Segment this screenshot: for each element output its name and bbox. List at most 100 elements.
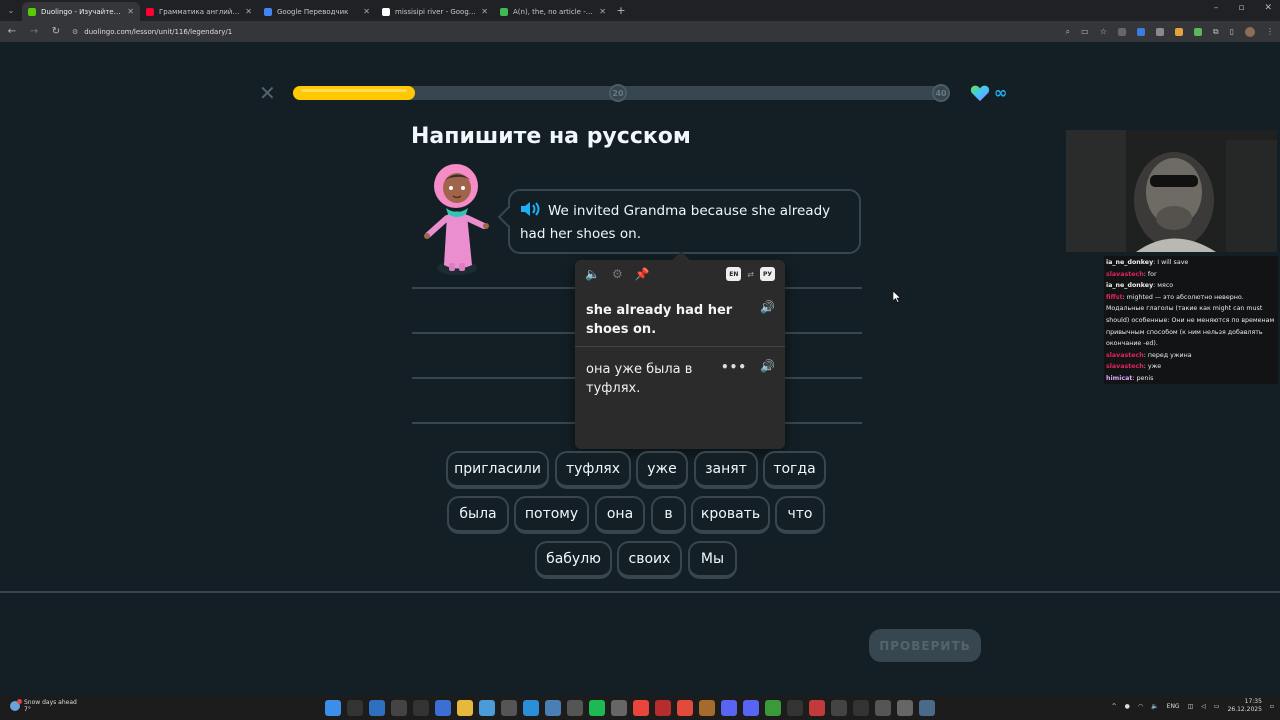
speaker-icon[interactable] — [520, 201, 542, 217]
windows-start-icon[interactable] — [325, 700, 341, 716]
word-tile[interactable]: пригласили — [446, 451, 549, 489]
tab-close-icon[interactable]: ✕ — [363, 7, 370, 16]
sidepanel-icon[interactable]: ▯ — [1230, 27, 1234, 36]
extension-icon[interactable] — [1155, 27, 1164, 36]
pin-icon[interactable]: 📌 — [635, 267, 650, 281]
extension-icon[interactable] — [1136, 27, 1145, 36]
reload-icon[interactable]: ↻ — [50, 26, 62, 37]
settings-icon[interactable] — [919, 700, 935, 716]
app-icon[interactable] — [897, 700, 913, 716]
speaker-icon[interactable]: 🔈 — [585, 267, 600, 281]
extension-icon[interactable] — [1117, 27, 1126, 36]
prompt-text[interactable]: We invited Grandma because she already h… — [520, 203, 830, 242]
extension-icon[interactable] — [1174, 27, 1183, 36]
network-icon[interactable]: ◫ — [1188, 703, 1194, 710]
browser-tab[interactable]: Google Переводчик ✕ — [258, 2, 376, 21]
browser-tab[interactable]: Грамматика английского язы ✕ — [140, 2, 258, 21]
app-icon[interactable] — [413, 700, 429, 716]
back-icon[interactable]: ← — [6, 26, 18, 37]
app-icon[interactable] — [875, 700, 891, 716]
source-lang-badge[interactable]: EN — [726, 267, 742, 281]
speaker-icon[interactable]: 🔊 — [760, 359, 775, 373]
more-options-icon[interactable]: ••• — [721, 360, 747, 374]
notification-icon[interactable]: ▫ — [1270, 703, 1274, 710]
word-tile[interactable]: туфлях — [555, 451, 631, 489]
volume-icon[interactable]: ◁ — [1201, 703, 1206, 710]
tab-close-icon[interactable]: ✕ — [245, 7, 252, 16]
file-explorer-icon[interactable] — [457, 700, 473, 716]
bookmark-star-icon[interactable]: ☆ — [1100, 27, 1107, 36]
app-icon[interactable] — [501, 700, 517, 716]
discord-icon[interactable] — [743, 700, 759, 716]
check-button[interactable]: ПРОВЕРИТЬ — [869, 629, 981, 662]
maximize-icon[interactable]: ▫ — [1238, 3, 1244, 13]
app-icon[interactable] — [699, 700, 715, 716]
word-tile[interactable]: что — [775, 496, 825, 534]
app-icon[interactable] — [435, 700, 451, 716]
app-icon[interactable] — [677, 700, 693, 716]
battery-icon[interactable]: ▭ — [1214, 703, 1220, 710]
tab-close-icon[interactable]: ✕ — [127, 7, 134, 16]
word-tile[interactable]: своих — [617, 541, 682, 579]
minimize-icon[interactable]: – — [1214, 3, 1219, 13]
app-icon[interactable] — [479, 700, 495, 716]
browser-tab[interactable]: Duolingo - Изучайте английск ✕ — [22, 2, 140, 21]
close-lesson-icon[interactable]: ✕ — [259, 83, 276, 103]
weather-widget[interactable]: Snow days ahead 7° — [10, 699, 77, 713]
app-icon[interactable] — [809, 700, 825, 716]
chrome-icon[interactable] — [633, 700, 649, 716]
close-window-icon[interactable]: ✕ — [1264, 3, 1272, 13]
chat-username: fiffst — [1106, 293, 1123, 301]
word-tile[interactable]: занят — [694, 451, 758, 489]
app-icon[interactable] — [721, 700, 737, 716]
word-tile[interactable]: потому — [514, 496, 589, 534]
zoom-icon[interactable]: ⌕ — [1066, 27, 1070, 37]
word-tile[interactable]: в — [651, 496, 686, 534]
extensions-puzzle-icon[interactable]: ⧉ — [1213, 27, 1219, 37]
word-tile[interactable]: тогда — [763, 451, 826, 489]
word-tile[interactable]: кровать — [691, 496, 770, 534]
tab-search-icon[interactable]: ⌄ — [0, 0, 22, 21]
url-field[interactable]: ⚙ duolingo.com/lesson/unit/116/legendary… — [72, 24, 232, 39]
clock[interactable]: 17:35 26.12.2025 — [1228, 698, 1262, 714]
telegram-icon[interactable] — [523, 700, 539, 716]
profile-avatar[interactable] — [1245, 26, 1255, 37]
tab-close-icon[interactable]: ✕ — [599, 7, 606, 16]
cast-icon[interactable]: ▭ — [1081, 27, 1089, 36]
tab-close-icon[interactable]: ✕ — [481, 7, 488, 16]
app-icon[interactable] — [831, 700, 847, 716]
site-info-icon[interactable]: ⚙ — [72, 28, 78, 36]
app-icon[interactable] — [655, 700, 671, 716]
word-tile[interactable]: бабулю — [535, 541, 612, 579]
wifi-icon[interactable]: ◠ — [1138, 703, 1143, 710]
speaker-icon[interactable]: 🔊 — [760, 300, 775, 314]
minecraft-icon[interactable] — [765, 700, 781, 716]
extension-icon[interactable] — [1193, 27, 1202, 36]
terminal-icon[interactable] — [853, 700, 869, 716]
target-lang-badge[interactable]: РУ — [760, 267, 775, 281]
spotify-icon[interactable] — [589, 700, 605, 716]
browser-tab[interactable]: missisipi river - Google Search ✕ — [376, 2, 494, 21]
browser-tab[interactable]: A(n), the, no article - Page 3 of ✕ — [494, 2, 612, 21]
hearts-counter[interactable]: ∞ — [970, 83, 1007, 102]
app-icon[interactable] — [391, 700, 407, 716]
tray-expand-icon[interactable]: ^ — [1112, 703, 1117, 710]
word-tile[interactable]: уже — [636, 451, 688, 489]
search-icon[interactable] — [347, 700, 363, 716]
forward-icon[interactable]: → — [28, 26, 40, 37]
steam-icon[interactable] — [545, 700, 561, 716]
app-icon[interactable] — [611, 700, 627, 716]
word-tile[interactable]: она — [595, 496, 645, 534]
settings-gear-icon[interactable]: ⚙ — [612, 267, 623, 281]
app-icon[interactable] — [787, 700, 803, 716]
volume-icon[interactable]: 🔈 — [1151, 703, 1158, 710]
app-icon[interactable] — [369, 700, 385, 716]
tray-app-icon[interactable]: ● — [1125, 703, 1130, 710]
new-tab-icon[interactable]: + — [612, 4, 630, 17]
app-icon[interactable] — [567, 700, 583, 716]
keyboard-language[interactable]: ENG — [1167, 703, 1180, 710]
browser-menu-icon[interactable]: ⋮ — [1266, 27, 1274, 36]
swap-languages-icon[interactable]: ⇄ — [747, 270, 754, 279]
word-tile[interactable]: Мы — [688, 541, 737, 579]
word-tile[interactable]: была — [447, 496, 509, 534]
